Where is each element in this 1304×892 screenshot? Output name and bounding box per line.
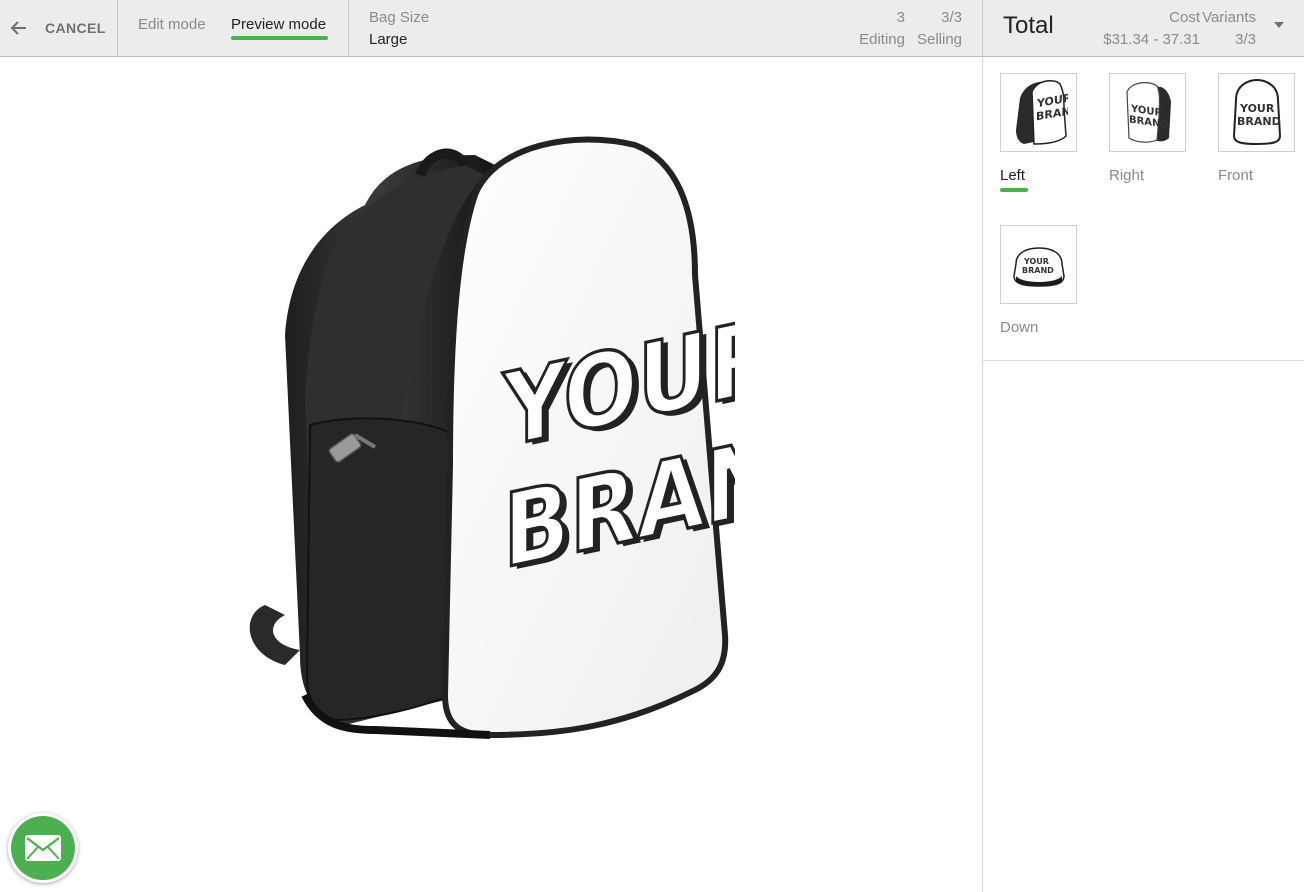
product-preview: YOUR YOUR BRAND BRAND <box>0 57 982 892</box>
view-label-right: Right <box>1109 167 1145 184</box>
view-right[interactable]: YOUR BRAND Right <box>1109 73 1186 184</box>
view-label-front: Front <box>1218 167 1254 184</box>
bag-size-label: Bag Size <box>369 9 430 26</box>
arrow-left-icon <box>10 21 26 35</box>
selling-count: 3/3 <box>941 9 962 26</box>
divider <box>983 360 1304 361</box>
active-view-indicator <box>1000 188 1028 192</box>
view-label-down: Down <box>1000 319 1039 336</box>
cost-value: $31.34 - 37.31 <box>1103 31 1200 48</box>
divider <box>348 0 349 56</box>
backpack-image: YOUR YOUR BRAND BRAND <box>249 136 735 739</box>
top-toolbar: CANCEL Edit mode Preview mode Bag Size L… <box>0 0 982 57</box>
divider <box>117 0 118 56</box>
active-tab-indicator <box>231 36 328 40</box>
variants-label: Variants <box>1202 9 1256 26</box>
view-thumbnail: YOUR BRAND <box>1218 73 1295 152</box>
cost-label: Cost <box>1169 9 1200 26</box>
view-left[interactable]: YOUR BRAND Left <box>1000 73 1077 192</box>
triangle-down-icon[interactable] <box>1274 22 1284 28</box>
cancel-button[interactable]: CANCEL <box>0 0 117 56</box>
envelope-icon <box>25 835 61 861</box>
tab-edit-mode[interactable]: Edit mode <box>138 16 206 33</box>
total-title: Total <box>1003 12 1054 39</box>
svg-text:YOUR: YOUR <box>1239 102 1275 115</box>
contact-button[interactable] <box>8 813 78 883</box>
cancel-label: CANCEL <box>45 20 106 36</box>
editing-count: 3 <box>896 9 905 26</box>
view-thumbnail: YOUR BRAND <box>1000 73 1077 152</box>
editing-label: Editing <box>859 31 905 48</box>
tab-preview-mode[interactable]: Preview mode <box>231 16 326 33</box>
view-thumbnail: YOUR BRAND <box>1109 73 1186 152</box>
view-label-left: Left <box>1000 167 1026 184</box>
selling-label: Selling <box>916 31 962 48</box>
variants-value: 3/3 <box>1235 31 1256 48</box>
view-down[interactable]: YOUR BRAND Down <box>1000 225 1077 336</box>
svg-text:YOUR: YOUR <box>1023 257 1049 266</box>
svg-text:BRAND: BRAND <box>1237 115 1281 128</box>
view-front[interactable]: YOUR BRAND Front <box>1218 73 1295 184</box>
svg-text:BRAND: BRAND <box>1022 266 1054 275</box>
summary-header: Total Cost $31.34 - 37.31 Variants 3/3 <box>982 0 1304 57</box>
contact-button-circle <box>11 816 75 880</box>
bag-size-value[interactable]: Large <box>369 31 407 48</box>
view-thumbnail: YOUR BRAND <box>1000 225 1077 304</box>
views-panel: YOUR BRAND Left YOUR BRAND Right YOUR BR… <box>982 57 1304 892</box>
